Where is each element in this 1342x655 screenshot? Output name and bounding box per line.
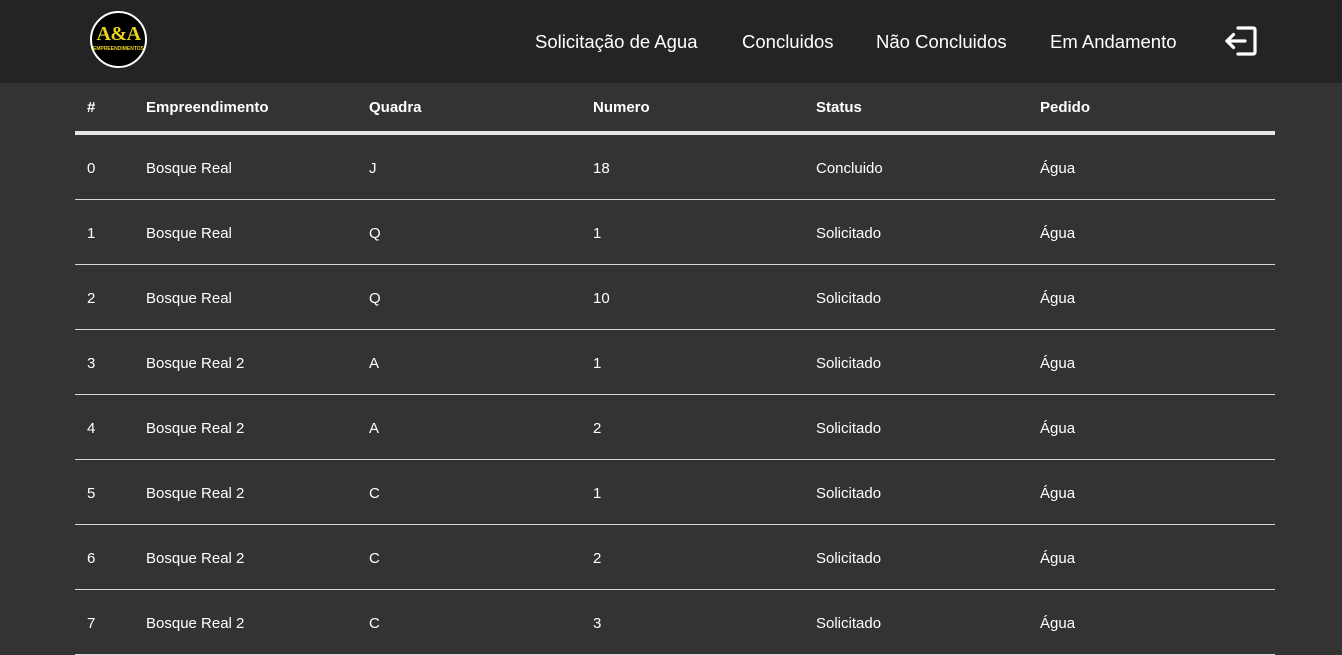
cell-numero: 18 <box>593 160 610 177</box>
navbar: A&A EMPREENDIMENTOS Solicitação de Agua … <box>0 0 1342 83</box>
table-row: 0 Bosque Real J 18 Concluido Água <box>75 135 1275 200</box>
cell-numero: 1 <box>593 485 602 502</box>
column-header-status: Status <box>816 99 862 116</box>
table-row: 1 Bosque Real Q 1 Solicitado Água <box>75 200 1275 265</box>
cell-quadra: C <box>369 550 380 567</box>
cell-pedido: Água <box>1040 550 1076 567</box>
cell-numero: 1 <box>593 225 602 242</box>
column-header-index: # <box>87 99 96 116</box>
cell-pedido: Água <box>1040 225 1076 242</box>
requests-table: # Empreendimento Quadra Numero Status Pe… <box>75 83 1275 655</box>
brand-logo[interactable]: A&A EMPREENDIMENTOS <box>90 11 147 68</box>
cell-status: Solicitado <box>816 225 882 242</box>
cell-pedido: Água <box>1040 420 1076 437</box>
cell-index: 4 <box>87 420 96 437</box>
logo-sub-text: EMPREENDIMENTOS <box>92 46 145 52</box>
cell-status: Solicitado <box>816 615 882 632</box>
cell-status: Solicitado <box>816 290 882 307</box>
nav-nao-concluidos[interactable]: Não Concluidos <box>876 30 1007 54</box>
cell-empreendimento: Bosque Real 2 <box>146 550 245 567</box>
cell-quadra: C <box>369 485 380 502</box>
cell-index: 1 <box>87 225 96 242</box>
column-header-pedido: Pedido <box>1040 99 1091 116</box>
cell-numero: 2 <box>593 420 602 437</box>
cell-empreendimento: Bosque Real 2 <box>146 420 245 437</box>
cell-quadra: Q <box>369 225 381 242</box>
column-header-quadra: Quadra <box>369 99 422 116</box>
cell-status: Solicitado <box>816 420 882 437</box>
cell-numero: 10 <box>593 290 610 307</box>
column-header-empreendimento: Empreendimento <box>146 99 269 116</box>
nav-solicitacao-agua[interactable]: Solicitação de Agua <box>535 30 698 54</box>
cell-pedido: Água <box>1040 355 1076 372</box>
cell-empreendimento: Bosque Real <box>146 290 232 307</box>
cell-quadra: Q <box>369 290 381 307</box>
table-row: 2 Bosque Real Q 10 Solicitado Água <box>75 265 1275 330</box>
cell-index: 0 <box>87 160 96 177</box>
table-row: 3 Bosque Real 2 A 1 Solicitado Água <box>75 330 1275 395</box>
table-row: 6 Bosque Real 2 C 2 Solicitado Água <box>75 525 1275 590</box>
cell-empreendimento: Bosque Real 2 <box>146 355 245 372</box>
cell-quadra: A <box>369 420 380 437</box>
cell-numero: 1 <box>593 355 602 372</box>
cell-index: 3 <box>87 355 96 372</box>
column-header-numero: Numero <box>593 99 650 116</box>
table-row: 7 Bosque Real 2 C 3 Solicitado Água <box>75 590 1275 655</box>
cell-pedido: Água <box>1040 290 1076 307</box>
nav-em-andamento[interactable]: Em Andamento <box>1050 30 1177 54</box>
cell-index: 7 <box>87 615 96 632</box>
cell-numero: 3 <box>593 615 602 632</box>
cell-quadra: C <box>369 615 380 632</box>
cell-numero: 2 <box>593 550 602 567</box>
cell-empreendimento: Bosque Real <box>146 225 232 242</box>
cell-status: Solicitado <box>816 355 882 372</box>
table-row: 5 Bosque Real 2 C 1 Solicitado Água <box>75 460 1275 525</box>
cell-quadra: J <box>369 160 377 177</box>
logout-icon[interactable] <box>1224 25 1258 57</box>
table-header: # Empreendimento Quadra Numero Status Pe… <box>75 83 1275 135</box>
cell-empreendimento: Bosque Real 2 <box>146 615 245 632</box>
cell-pedido: Água <box>1040 160 1076 177</box>
cell-status: Solicitado <box>816 550 882 567</box>
cell-pedido: Água <box>1040 615 1076 632</box>
cell-empreendimento: Bosque Real <box>146 160 232 177</box>
cell-index: 5 <box>87 485 96 502</box>
cell-status: Solicitado <box>816 485 882 502</box>
cell-index: 2 <box>87 290 96 307</box>
cell-status: Concluido <box>816 160 883 177</box>
table-row: 4 Bosque Real 2 A 2 Solicitado Água <box>75 395 1275 460</box>
logo-main-text: A&A <box>96 23 141 45</box>
cell-index: 6 <box>87 550 96 567</box>
cell-pedido: Água <box>1040 485 1076 502</box>
cell-empreendimento: Bosque Real 2 <box>146 485 245 502</box>
nav-concluidos[interactable]: Concluidos <box>742 30 834 54</box>
cell-quadra: A <box>369 355 380 372</box>
